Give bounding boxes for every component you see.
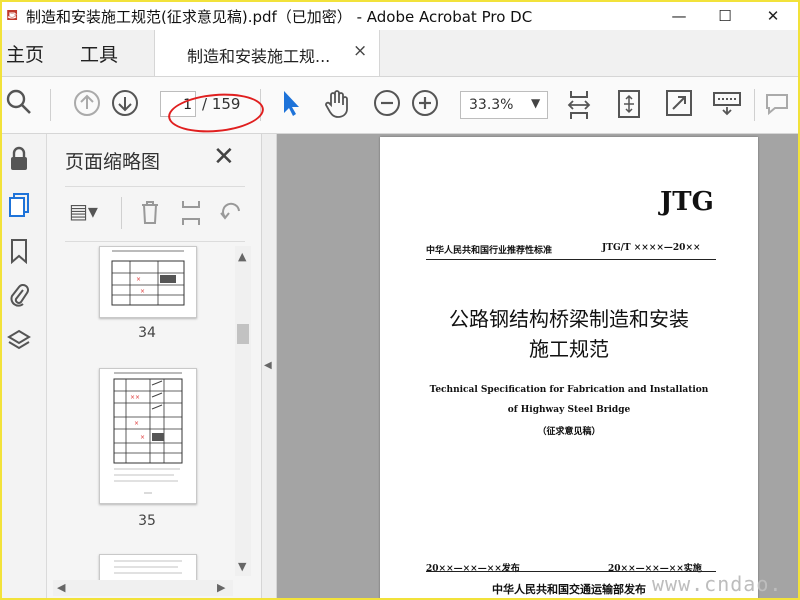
panel-close-icon[interactable]: ✕ bbox=[213, 142, 235, 172]
document-view[interactable]: JTG 中华人民共和国行业推荐性标准 JTG/T ××××—20×× 公路钢结构… bbox=[277, 134, 798, 598]
scroll-left-icon[interactable]: ◀ bbox=[57, 581, 65, 594]
minimize-button[interactable]: — bbox=[656, 2, 702, 30]
scroll-mode-icon[interactable] bbox=[564, 89, 594, 119]
document-title-line2: 施工规范 bbox=[529, 337, 609, 361]
extract-page-icon[interactable] bbox=[179, 199, 203, 232]
chevron-down-icon: ▼ bbox=[531, 96, 541, 110]
thumbnail-options-icon[interactable]: ▤▾ bbox=[69, 199, 98, 223]
page-thumbnail-34[interactable]: × × bbox=[99, 246, 197, 318]
search-icon[interactable] bbox=[4, 89, 34, 119]
lock-icon[interactable] bbox=[6, 146, 32, 176]
zoom-out-icon[interactable] bbox=[372, 89, 402, 119]
standard-code: JTG bbox=[660, 187, 714, 217]
pages-icon[interactable] bbox=[6, 192, 32, 222]
close-button[interactable]: ✕ bbox=[750, 2, 796, 30]
maximize-button[interactable]: ☐ bbox=[702, 2, 748, 30]
layers-icon[interactable] bbox=[6, 328, 32, 358]
document-title-line1: 公路钢结构桥梁制造和安装 bbox=[449, 307, 689, 331]
thumbnail-label-35: 35 bbox=[138, 513, 156, 529]
document-tab[interactable]: 制造和安装施工规... × bbox=[154, 30, 380, 76]
comment-icon[interactable] bbox=[762, 89, 792, 119]
thumbnail-horizontal-scrollbar[interactable]: ◀ ▶ bbox=[53, 580, 233, 596]
svg-text:×: × bbox=[136, 276, 141, 283]
left-navigation-rail bbox=[2, 134, 47, 598]
standard-number: JTG/T ××××—20×× bbox=[602, 243, 701, 253]
title-bar: ⛾ 制造和安装施工规范(征求意见稿).pdf（已加密） - Adobe Acro… bbox=[2, 2, 798, 30]
zoom-level-select[interactable]: 33.3% ▼ bbox=[460, 91, 548, 119]
attachment-icon[interactable] bbox=[6, 282, 32, 312]
scroll-up-icon[interactable]: ▲ bbox=[238, 250, 246, 263]
svg-text:×: × bbox=[140, 288, 145, 295]
scroll-right-icon[interactable]: ▶ bbox=[217, 581, 225, 594]
thumbnail-label-34: 34 bbox=[138, 325, 156, 341]
zoom-in-icon[interactable] bbox=[410, 89, 440, 119]
toolbar-divider bbox=[50, 89, 51, 121]
toolbar-divider bbox=[754, 89, 755, 121]
app-window: ⛾ 制造和安装施工规范(征求意见稿).pdf（已加密） - Adobe Acro… bbox=[0, 0, 800, 600]
menu-tab-bar: 主页 工具 制造和安装施工规... × bbox=[2, 30, 798, 77]
page-thumbnails-panel: 页面缩略图 ✕ ▤▾ × × 34 ×× × × 35 ▲ ▼ ◀ ▶ bbox=[47, 134, 262, 598]
window-title: 制造和安装施工规范(征求意见稿).pdf（已加密） - Adobe Acroba… bbox=[26, 8, 533, 26]
scroll-down-icon[interactable]: ▼ bbox=[238, 560, 246, 573]
panel-toolbar: ▤▾ bbox=[65, 186, 245, 242]
delete-page-icon[interactable] bbox=[139, 199, 161, 230]
header-rule bbox=[426, 259, 716, 260]
page-thumbnail-35[interactable]: ×× × × bbox=[99, 368, 197, 504]
keyboard-icon[interactable] bbox=[712, 89, 742, 119]
svg-text:×: × bbox=[140, 434, 145, 441]
panel-collapse-strip[interactable]: ◀ bbox=[262, 134, 277, 598]
select-cursor-icon[interactable] bbox=[276, 89, 306, 119]
panel-title: 页面缩略图 bbox=[65, 151, 161, 173]
fit-page-icon[interactable] bbox=[614, 89, 644, 119]
draft-note: （征求意见稿） bbox=[537, 427, 601, 437]
zoom-level-value: 33.3% bbox=[469, 97, 514, 113]
acrobat-app-icon: ⛾ bbox=[6, 6, 19, 24]
pdf-page: JTG 中华人民共和国行业推荐性标准 JTG/T ××××—20×× 公路钢结构… bbox=[380, 137, 758, 598]
previous-page-icon[interactable] bbox=[72, 89, 102, 119]
panel-divider bbox=[121, 197, 122, 229]
watermark: www.cndao. bbox=[652, 572, 783, 596]
svg-text:××: ×× bbox=[130, 394, 140, 401]
fullscreen-icon[interactable] bbox=[664, 89, 694, 119]
menu-home[interactable]: 主页 bbox=[6, 40, 44, 67]
hand-tool-icon[interactable] bbox=[322, 89, 352, 119]
rotate-page-icon[interactable] bbox=[219, 199, 243, 228]
main-toolbar: 1 / 159 33.3% ▼ bbox=[2, 77, 798, 134]
svg-text:×: × bbox=[134, 420, 139, 427]
document-tab-label: 制造和安装施工规... bbox=[187, 47, 331, 66]
menu-tools[interactable]: 工具 bbox=[80, 40, 118, 67]
english-title-line2: of Highway Steel Bridge bbox=[507, 405, 631, 415]
english-title-line1: Technical Specification for Fabrication … bbox=[429, 385, 709, 395]
scrollbar-thumb[interactable] bbox=[237, 324, 249, 344]
thumbnail-vertical-scrollbar[interactable]: ▲ ▼ bbox=[235, 246, 251, 576]
publish-date: 20××—××—××发布 bbox=[426, 564, 520, 574]
bookmark-icon[interactable] bbox=[6, 238, 32, 268]
document-tab-close-icon[interactable]: × bbox=[353, 41, 367, 61]
standard-category: 中华人民共和国行业推荐性标准 bbox=[426, 246, 553, 256]
collapse-panel-icon[interactable]: ◀ bbox=[264, 360, 272, 371]
next-page-icon[interactable] bbox=[110, 89, 140, 119]
